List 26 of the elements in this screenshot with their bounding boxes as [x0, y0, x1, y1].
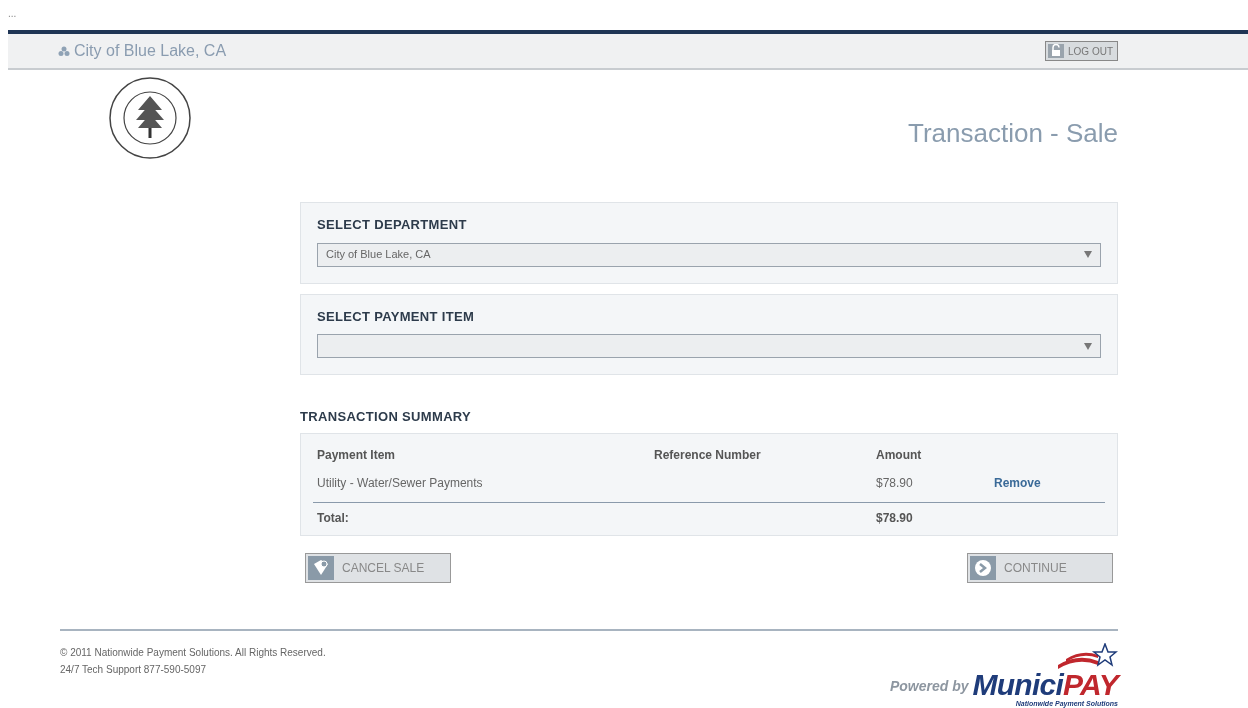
lock-icon: [1048, 44, 1064, 58]
cancel-sale-button[interactable]: CANCEL SALE: [305, 552, 451, 583]
summary-title: TRANSACTION SUMMARY: [300, 408, 473, 426]
ellipsis-mark: ...: [8, 8, 17, 19]
column-header: Payment Item: [317, 446, 397, 464]
select-label: SELECT DEPARTMENT: [317, 216, 468, 234]
arrow-right-icon: [970, 555, 996, 580]
caret-icon: [1084, 342, 1092, 350]
site-name: City of Blue Lake, CA: [74, 41, 227, 61]
column-header: Amount: [876, 446, 923, 464]
total-label: Total:: [317, 509, 350, 527]
dropdown-field[interactable]: [317, 334, 1101, 358]
people-icon: [58, 45, 70, 57]
dropdown-field[interactable]: City of Blue Lake, CA: [317, 242, 1101, 267]
table-cell-text: Utility - Water/Sewer Payments: [317, 474, 484, 492]
logout-button[interactable]: LOG OUT: [1045, 41, 1118, 61]
page-title: Transaction - Sale: [907, 117, 1118, 150]
total-amount: $78.90: [876, 509, 914, 527]
copyright-text: © 2011 Nationwide Payment Solutions. All Rights Reserved.: [60, 645, 326, 660]
column-header: Reference Number: [654, 446, 762, 464]
support-text: 24/7 Tech Support 877-590-5097: [60, 662, 208, 677]
remove-link[interactable]: Remove: [994, 473, 1041, 492]
continue-button[interactable]: CONTINUE: [967, 552, 1113, 583]
select-label: SELECT PAYMENT ITEM: [317, 307, 476, 326]
caret-icon: [1084, 251, 1092, 258]
table-cell-text: $78.90: [876, 474, 914, 492]
